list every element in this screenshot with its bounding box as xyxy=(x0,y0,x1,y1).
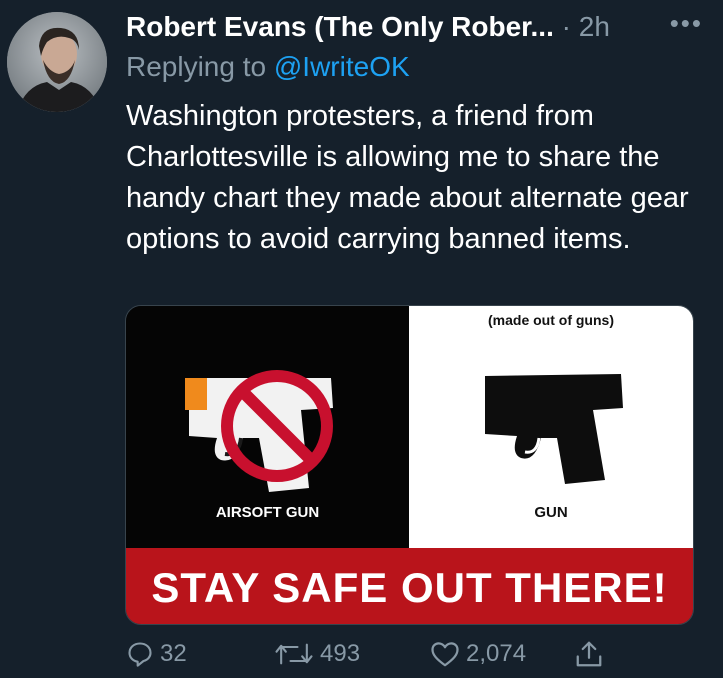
label-gun: GUN xyxy=(534,504,568,521)
like-count: 2,074 xyxy=(466,640,527,667)
airsoft-gun-icon xyxy=(185,370,333,492)
tweet-media[interactable]: (made out of guns) AIRSOFT GUN GUN STAY … xyxy=(125,305,694,625)
reply-handle-link[interactable]: @IwriteOK xyxy=(274,51,410,82)
more-icon[interactable]: ••• xyxy=(670,10,703,36)
avatar-image xyxy=(7,12,107,112)
timestamp[interactable]: 2h xyxy=(579,11,610,42)
retweet-button[interactable]: 493 xyxy=(274,636,360,672)
replying-to: Replying to @IwriteOK xyxy=(126,48,410,86)
retweet-count: 493 xyxy=(320,640,361,667)
reply-prefix: Replying to xyxy=(126,51,267,82)
label-airsoft-gun: AIRSOFT GUN xyxy=(215,504,320,521)
banner-text: STAY SAFE OUT THERE! xyxy=(151,564,668,611)
like-button[interactable]: 2,074 xyxy=(430,636,526,672)
media-caption-top: (made out of guns) xyxy=(488,312,614,328)
reply-count: 32 xyxy=(160,640,187,667)
action-bar: 32 493 2,074 xyxy=(126,636,706,672)
author-name[interactable]: Robert Evans (The Only Rober... xyxy=(126,11,554,42)
avatar[interactable] xyxy=(7,12,107,112)
share-icon xyxy=(576,641,602,667)
gun-icon xyxy=(485,374,623,484)
share-button[interactable] xyxy=(574,636,610,672)
reply-button[interactable]: 32 xyxy=(126,636,187,672)
separator: · xyxy=(561,11,571,42)
retweet-icon xyxy=(275,643,313,665)
tweet-text: Washington protesters, a friend from Cha… xyxy=(126,100,689,255)
tweet-header: Robert Evans (The Only Rober... · 2h xyxy=(126,8,706,46)
like-icon xyxy=(431,642,459,667)
reply-icon xyxy=(128,642,152,667)
